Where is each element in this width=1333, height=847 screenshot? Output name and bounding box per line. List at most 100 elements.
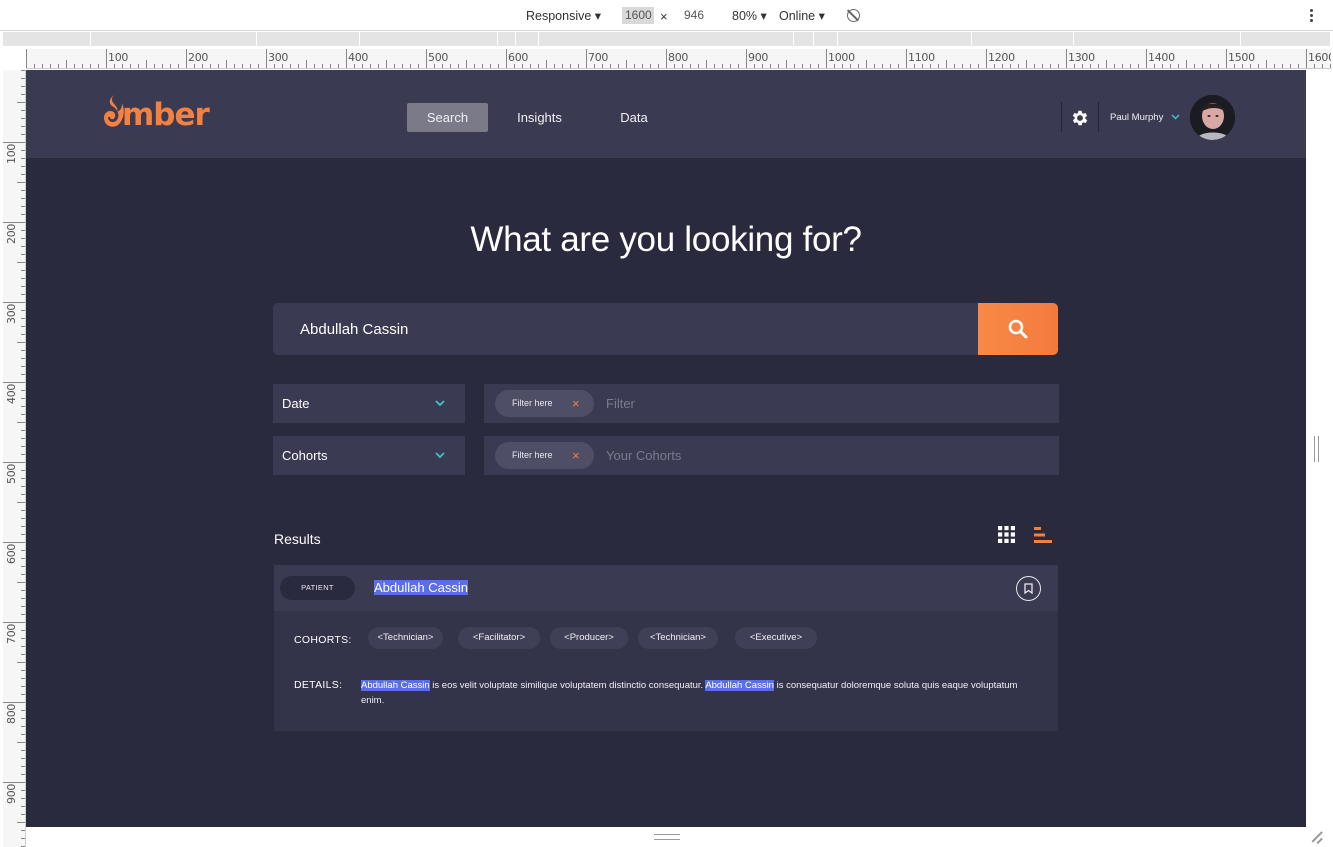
close-icon[interactable]: × xyxy=(572,390,580,417)
nav-divider xyxy=(1061,102,1062,132)
ruler-tick xyxy=(146,60,147,68)
width-field[interactable]: 1600 xyxy=(622,7,654,24)
ruler-tick xyxy=(21,318,25,319)
ruler-tick xyxy=(490,64,491,68)
avatar[interactable] xyxy=(1190,95,1235,140)
ruler-tick xyxy=(21,654,25,655)
ruler-tick xyxy=(1162,64,1163,68)
tab-data[interactable]: Data xyxy=(605,103,663,132)
ruler-tick xyxy=(21,494,25,495)
ruler-tick xyxy=(386,60,387,68)
ruler-tick xyxy=(770,64,771,68)
ruler-tick xyxy=(21,270,25,271)
cohort-chip[interactable]: <Facilitator> xyxy=(458,627,540,649)
ruler-tick xyxy=(554,64,555,68)
ruler-tick xyxy=(482,64,483,68)
zoom-select[interactable]: 80% ▾ xyxy=(732,8,767,23)
grid-view-icon[interactable] xyxy=(998,526,1015,543)
user-name[interactable]: Paul Murphy xyxy=(1110,112,1163,123)
ruler-label: 1500 xyxy=(1228,51,1255,64)
filter-placeholder[interactable]: Your Cohorts xyxy=(606,436,681,475)
ruler-tick xyxy=(1186,60,1187,68)
filter-pill-label: Filter here xyxy=(512,450,553,460)
cohorts-select[interactable]: Cohorts xyxy=(273,436,465,475)
device-select[interactable]: Responsive ▾ xyxy=(526,8,601,23)
ruler-tick xyxy=(21,606,25,607)
ruler-tick xyxy=(21,110,25,111)
ruler-tick xyxy=(290,64,291,68)
ruler-tick xyxy=(3,702,25,703)
tab-search[interactable]: Search xyxy=(407,103,488,132)
ruler-tick xyxy=(21,390,25,391)
ruler-tick xyxy=(354,64,355,68)
ruler-tick xyxy=(426,49,427,68)
resize-handle-bottom[interactable] xyxy=(654,834,680,840)
cohort-chip[interactable]: <Executive> xyxy=(735,627,817,649)
ruler-tick xyxy=(1290,64,1291,68)
list-view-icon[interactable] xyxy=(1034,527,1052,543)
ruler-tick xyxy=(114,64,115,68)
search-input[interactable] xyxy=(273,303,978,355)
ruler-tick xyxy=(1098,64,1099,68)
devtools-toolbar: Responsive ▾ 1600 × 946 80% ▾ Online ▾ xyxy=(0,0,1333,31)
ruler-tick xyxy=(21,678,25,679)
bookmark-button[interactable] xyxy=(1016,576,1041,601)
chevron-down-icon xyxy=(435,400,445,407)
ruler-tick xyxy=(21,334,25,335)
ruler-tick xyxy=(1322,64,1323,68)
ruler-tick xyxy=(1274,64,1275,68)
date-select[interactable]: Date xyxy=(273,384,465,423)
ruler-tick xyxy=(458,64,459,68)
ruler-tick xyxy=(866,60,867,68)
filter-pill[interactable]: Filter here × xyxy=(495,390,594,417)
ruler-label: 300 xyxy=(268,51,289,64)
date-filter-field[interactable]: Filter here × Filter xyxy=(484,384,1059,423)
ruler-tick xyxy=(898,64,899,68)
ruler-label: 600 xyxy=(5,543,18,564)
ruler-tick xyxy=(21,350,25,351)
ruler-label: 800 xyxy=(5,703,18,724)
result-card[interactable]: PATIENT Abdullah Cassin COHORTS: <Techni… xyxy=(274,565,1058,731)
ruler-tick xyxy=(21,758,25,759)
cohort-chip[interactable]: <Technician> xyxy=(368,627,443,649)
ruler-tick xyxy=(21,326,25,327)
cohort-chip[interactable]: <Producer> xyxy=(550,627,628,649)
resize-handle-right[interactable] xyxy=(1314,436,1319,462)
ruler-tick xyxy=(178,64,179,68)
ruler-tick xyxy=(738,64,739,68)
media-query-bar[interactable] xyxy=(3,32,1330,46)
network-select[interactable]: Online ▾ xyxy=(779,8,825,23)
ruler-tick xyxy=(610,64,611,68)
ruler-tick xyxy=(21,670,25,671)
tab-insights[interactable]: Insights xyxy=(505,103,574,132)
ruler-tick xyxy=(21,550,25,551)
ruler-tick xyxy=(234,64,235,68)
resize-handle-corner[interactable] xyxy=(1310,831,1322,843)
ruler-tick xyxy=(506,49,507,68)
cohorts-filter-field[interactable]: Filter here × Your Cohorts xyxy=(484,436,1059,475)
gear-icon[interactable] xyxy=(1070,108,1090,128)
close-icon[interactable]: × xyxy=(572,442,580,469)
cohort-chip[interactable]: <Technician> xyxy=(638,627,718,649)
filter-placeholder[interactable]: Filter xyxy=(606,384,635,423)
page-headline: What are you looking for? xyxy=(470,220,862,259)
ruler-tick xyxy=(21,310,25,311)
rotate-icon[interactable] xyxy=(847,9,860,22)
ruler-tick xyxy=(170,64,171,68)
ruler-tick xyxy=(21,590,25,591)
ruler-tick xyxy=(21,726,25,727)
ruler-tick xyxy=(250,64,251,68)
search-button[interactable] xyxy=(978,303,1058,355)
highlighted-match: Abdullah Cassin xyxy=(705,680,774,691)
ruler-label: 1600 xyxy=(1308,51,1331,64)
filter-pill[interactable]: Filter here × xyxy=(495,442,594,469)
ruler-tick xyxy=(3,382,25,383)
ember-logo[interactable]: mber xyxy=(102,90,210,134)
result-name[interactable]: Abdullah Cassin xyxy=(374,580,468,595)
more-options-icon[interactable] xyxy=(1310,9,1314,23)
ruler-tick xyxy=(594,64,595,68)
ruler-tick xyxy=(674,64,675,68)
chevron-down-icon[interactable] xyxy=(1171,114,1180,120)
ruler-tick xyxy=(906,49,907,68)
height-field[interactable]: 946 xyxy=(681,7,713,24)
